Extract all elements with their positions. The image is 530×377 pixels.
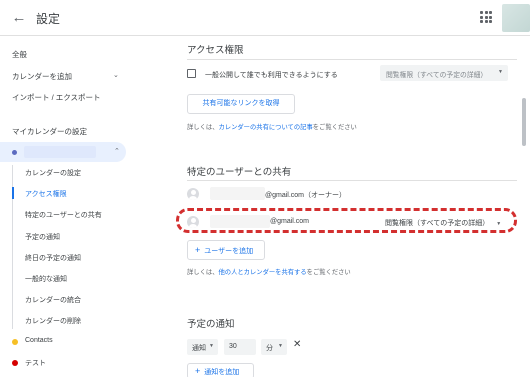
chevron-up-icon[interactable]: ⌃ <box>114 147 120 155</box>
sidebar-subitem-allday-notifications[interactable]: 終日の予定の通知 <box>25 253 81 263</box>
sidebar-item-general[interactable]: 全般 <box>12 49 27 60</box>
divider <box>187 59 517 60</box>
plus-icon: + <box>195 366 201 376</box>
public-checkbox-label: 一般公開して誰でも利用できるようにする <box>205 72 338 79</box>
public-checkbox[interactable] <box>187 69 196 78</box>
calendar-color-dot <box>12 150 17 155</box>
owner-email: @gmail.com（オーナー） <box>265 192 347 199</box>
sidebar-subitem-general-notifications[interactable]: 一般的な通知 <box>25 274 67 284</box>
access-section-title: アクセス権限 <box>187 45 244 56</box>
settings-sidebar: 全般 カレンダーを追加 ⌄ インポート / エクスポート マイカレンダーの設定 … <box>0 37 140 377</box>
add-user-label: ユーザーを追加 <box>204 248 254 255</box>
add-user-button[interactable]: + ユーザーを追加 <box>187 240 265 260</box>
share-section-title: 特定のユーザーとの共有 <box>187 167 292 178</box>
sidebar-subitem-event-notifications[interactable]: 予定の通知 <box>25 232 60 242</box>
share-link-button[interactable]: 共有可能なリンクを取得 <box>187 94 295 114</box>
notification-unit-select[interactable]: 分 ▼ <box>261 339 287 355</box>
sidebar-item-add-calendar[interactable]: カレンダーを追加 <box>12 71 72 82</box>
close-icon[interactable]: ✕ <box>293 339 301 350</box>
public-permission-select[interactable]: 閲覧権限（すべての予定の詳細） ▼ <box>380 65 508 81</box>
page-title: 設定 <box>36 12 61 26</box>
sidebar-subitem-calendar-settings[interactable]: カレンダーの設定 <box>25 168 81 178</box>
dropdown-caret-icon: ▼ <box>498 69 503 75</box>
account-avatar[interactable] <box>502 4 530 32</box>
add-notification-label: 通知を追加 <box>204 369 240 376</box>
owner-avatar-icon <box>187 188 199 200</box>
active-indicator <box>12 187 14 199</box>
sidebar-calendar-test[interactable]: テスト <box>25 358 46 368</box>
divider <box>187 180 517 181</box>
sidebar-calendar-contacts[interactable]: Contacts <box>25 337 53 344</box>
sidebar-item-import-export[interactable]: インポート / エクスポート <box>12 92 101 103</box>
share-with-others-link[interactable]: 他の人とカレンダーを共有する <box>218 269 306 276</box>
arrow-left-icon[interactable]: ← <box>8 7 30 29</box>
sidebar-item-my-calendar[interactable]: ⌃ <box>0 142 126 162</box>
notification-amount-value: 30 <box>229 343 237 350</box>
sidebar-subitem-integrate[interactable]: カレンダーの統合 <box>25 295 81 305</box>
contacts-color-dot <box>12 339 18 345</box>
notification-unit-value: 分 <box>266 345 273 352</box>
share-help-text: 詳しくは、他の人とカレンダーを共有するをご覧ください <box>187 269 351 276</box>
redacted-owner-name <box>210 187 265 200</box>
plus-icon: + <box>195 245 201 255</box>
add-notification-button[interactable]: + 通知を追加 <box>187 363 254 377</box>
sidebar-subitem-access[interactable]: アクセス権限 <box>25 189 67 199</box>
scrollbar-thumb[interactable] <box>522 98 526 146</box>
share-article-link[interactable]: カレンダーの共有についての記事 <box>218 124 312 131</box>
sidebar-subitem-delete[interactable]: カレンダーの削除 <box>25 316 81 326</box>
settings-main: アクセス権限 一般公開して誰でも利用できるようにする 閲覧権限（すべての予定の詳… <box>140 37 530 377</box>
dropdown-caret-icon: ▼ <box>278 343 283 349</box>
chevron-down-icon[interactable]: ⌄ <box>113 71 119 79</box>
dropdown-caret-icon: ▼ <box>209 343 214 349</box>
notifications-section-title: 予定の通知 <box>187 319 235 330</box>
public-permission-value: 閲覧権限（すべての予定の詳細） <box>386 72 488 79</box>
notification-amount-input[interactable]: 30 <box>224 339 256 355</box>
highlight-annotation <box>176 208 517 233</box>
app-header: ← 設定 <box>0 0 530 36</box>
access-help-text: 詳しくは、カレンダーの共有についての記事をご覧ください <box>187 124 357 131</box>
test-color-dot <box>12 360 18 366</box>
sidebar-subitem-share[interactable]: 特定のユーザーとの共有 <box>25 210 102 220</box>
sidebar-section-my-calendars: マイカレンダーの設定 <box>12 127 87 136</box>
redacted-calendar-name <box>24 146 96 158</box>
notification-type-value: 通知 <box>192 345 206 352</box>
apps-grid-icon[interactable] <box>480 11 492 23</box>
notification-type-select[interactable]: 通知 ▼ <box>187 339 218 355</box>
